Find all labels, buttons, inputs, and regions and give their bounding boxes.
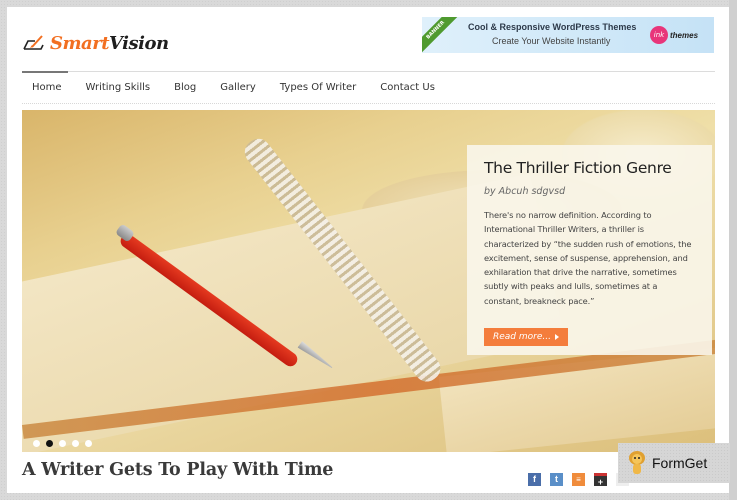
read-more-label: Read more... — [493, 332, 551, 342]
google-plus-icon[interactable]: + — [594, 473, 607, 487]
slider-dot-4[interactable] — [72, 440, 79, 447]
slider-dot-5[interactable] — [85, 440, 92, 447]
facebook-icon[interactable]: f — [528, 473, 541, 486]
formget-text: FormGet — [652, 455, 708, 471]
arrow-right-icon — [555, 334, 559, 340]
hero-slider[interactable]: The Thriller Fiction Genre by Abcuh sdgv… — [22, 110, 715, 452]
ad-banner[interactable]: BANNER Cool & Responsive WordPress Theme… — [422, 17, 714, 53]
formget-watermark: FormGet — [618, 443, 730, 483]
read-more-button[interactable]: Read more... — [484, 328, 568, 346]
banner-ribbon: BANNER — [422, 17, 459, 53]
slider-dot-3[interactable] — [59, 440, 66, 447]
pen-tablet-icon — [23, 35, 44, 50]
post-title[interactable]: A Writer Gets To Play With Time — [22, 460, 333, 480]
ink-brand-text: themes — [670, 30, 699, 40]
nav-item-blog[interactable]: Blog — [174, 82, 196, 93]
ink-mark: ink — [650, 26, 668, 44]
rss-icon[interactable]: ≡ — [572, 473, 585, 486]
slide-caption: The Thriller Fiction Genre by Abcuh sdgv… — [467, 145, 712, 355]
main-nav: Home Writing Skills Blog Gallery Types O… — [22, 71, 715, 104]
logo-text-smart: Smart — [50, 32, 110, 54]
site-logo[interactable]: Smart Vision — [22, 29, 169, 57]
page: Smart Vision BANNER Cool & Responsive Wor… — [7, 7, 729, 493]
logo-text-vision: Vision — [109, 32, 169, 54]
nav-item-types-of-writer[interactable]: Types Of Writer — [280, 82, 356, 93]
nav-active-indicator — [22, 71, 68, 73]
lion-mascot-icon — [629, 451, 645, 474]
twitter-icon[interactable]: t — [550, 473, 563, 486]
nav-item-contact-us[interactable]: Contact Us — [380, 82, 435, 93]
slider-pagination — [33, 440, 98, 447]
nav-item-home[interactable]: Home — [32, 82, 62, 93]
slide-byline: by Abcuh sdgvsd — [484, 186, 566, 197]
slide-body: There's no narrow definition. According … — [484, 210, 692, 306]
slide-title: The Thriller Fiction Genre — [484, 159, 672, 177]
inkthemes-logo: ink themes — [650, 26, 698, 44]
nav-item-gallery[interactable]: Gallery — [220, 82, 256, 93]
nav-item-writing-skills[interactable]: Writing Skills — [86, 82, 151, 93]
scrollbar-area — [729, 0, 737, 500]
banner-subline: Create Your Website Instantly — [492, 36, 611, 46]
slider-dot-2[interactable] — [46, 440, 53, 447]
banner-headline: Cool & Responsive WordPress Themes — [468, 22, 637, 32]
slider-dot-1[interactable] — [33, 440, 40, 447]
